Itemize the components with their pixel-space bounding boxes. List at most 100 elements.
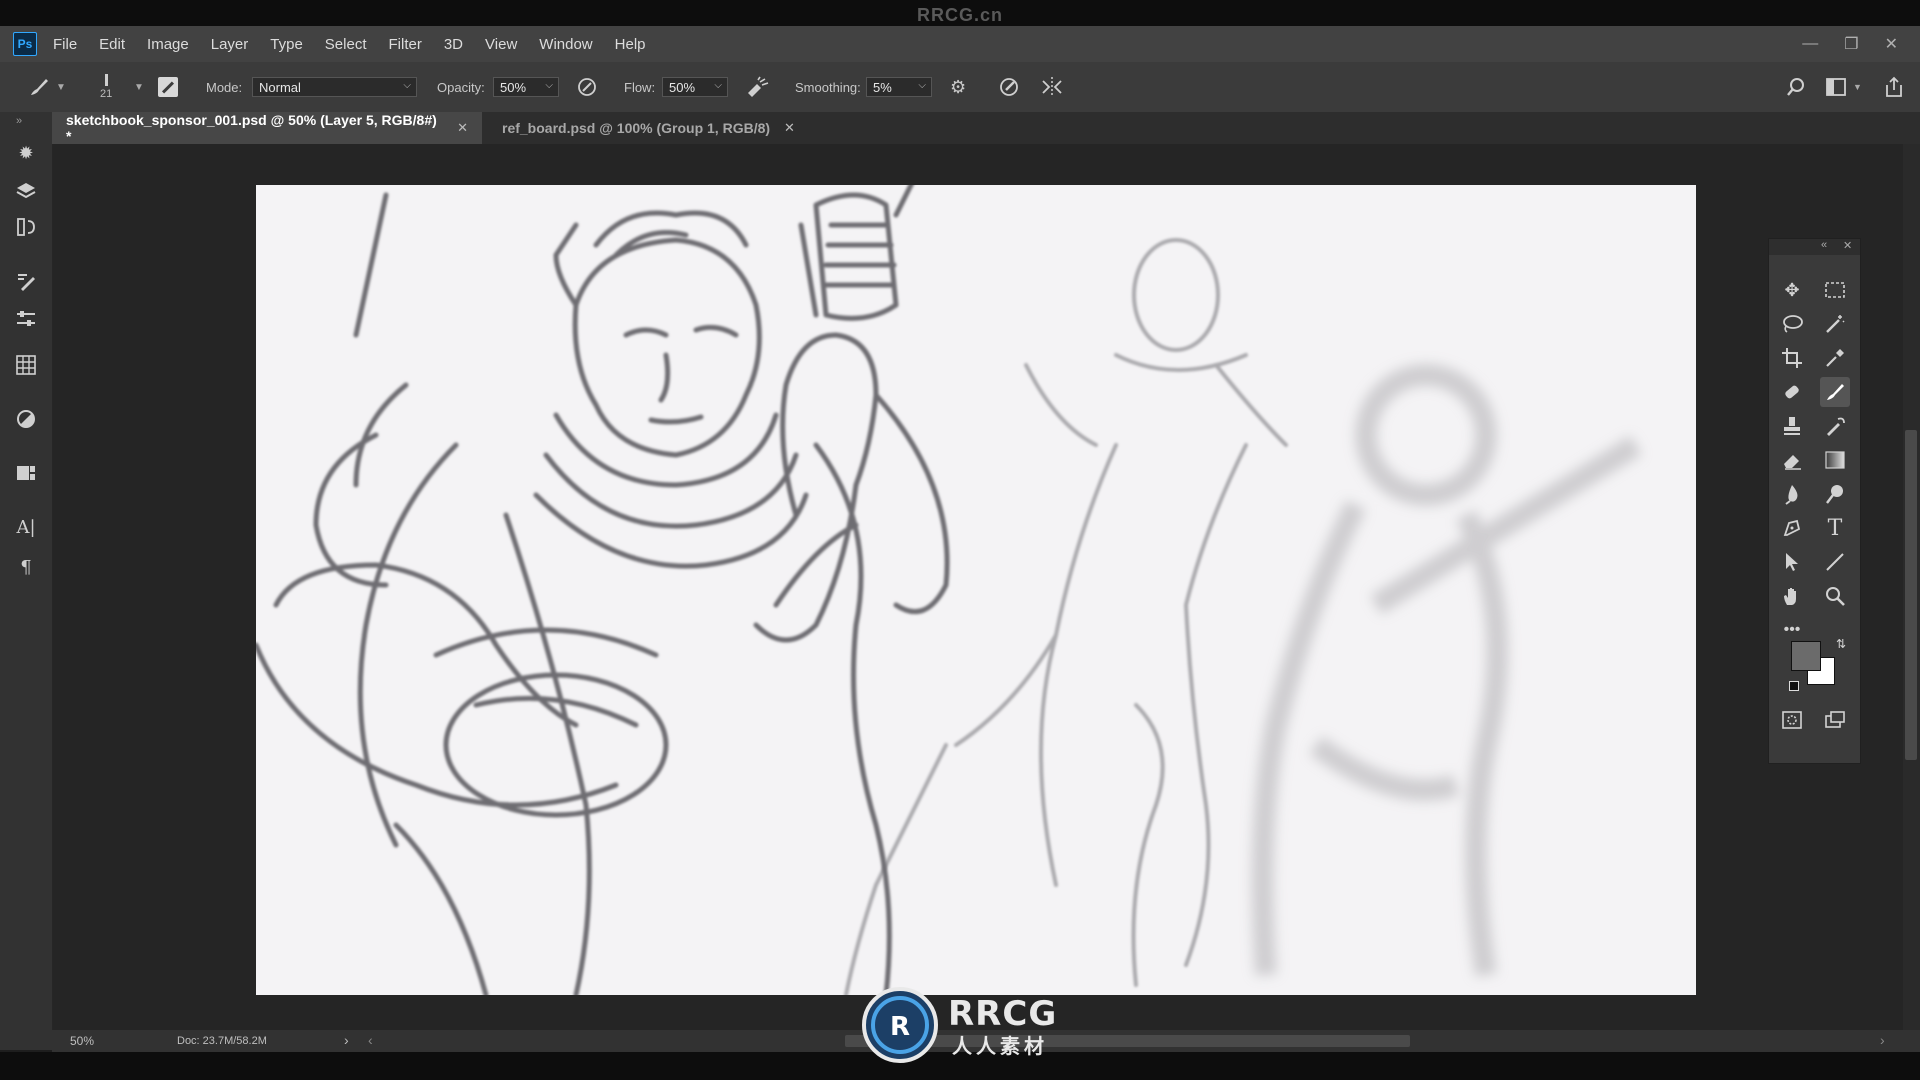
mode-value: Normal bbox=[259, 79, 301, 95]
close-icon[interactable]: ✕ bbox=[1843, 239, 1852, 252]
gradient-tool-icon[interactable] bbox=[1820, 445, 1850, 475]
navigator-icon[interactable]: ✹ bbox=[13, 140, 39, 166]
default-colors-icon[interactable] bbox=[1789, 681, 1799, 691]
flow-input[interactable]: 50% ⌵ bbox=[662, 77, 728, 97]
pressure-size-icon[interactable] bbox=[998, 62, 1020, 112]
menu-window[interactable]: Window bbox=[539, 36, 592, 53]
collapse-icon[interactable]: « bbox=[1821, 239, 1827, 251]
close-window-icon[interactable]: ✕ bbox=[1885, 34, 1898, 54]
history-icon[interactable] bbox=[13, 214, 39, 240]
watermark-logo-text: RRCG bbox=[948, 994, 1058, 1034]
chevron-down-icon: ▼ bbox=[56, 81, 66, 93]
pen-tool-icon[interactable] bbox=[1777, 513, 1807, 543]
tools-panel-header[interactable]: « ✕ bbox=[1769, 239, 1860, 255]
menu-layer[interactable]: Layer bbox=[211, 36, 249, 53]
sketch-artwork bbox=[256, 185, 1642, 995]
flow-label: Flow: bbox=[624, 79, 656, 95]
zoom-level[interactable]: 50% bbox=[70, 1034, 94, 1048]
brush-tip-icon bbox=[104, 74, 108, 86]
zoom-tool-icon[interactable] bbox=[1820, 581, 1850, 611]
menu-view[interactable]: View bbox=[485, 36, 517, 53]
libraries-icon[interactable] bbox=[13, 460, 39, 486]
status-menu-arrow-icon[interactable]: › bbox=[344, 1032, 349, 1048]
dodge-tool-icon[interactable] bbox=[1820, 479, 1850, 509]
share-icon[interactable] bbox=[1884, 62, 1904, 112]
brush-size-picker[interactable]: 21 bbox=[100, 62, 112, 112]
tab-label: sketchbook_sponsor_001.psd @ 50% (Layer … bbox=[66, 112, 437, 144]
chevron-down-icon[interactable]: ▼ bbox=[134, 82, 144, 93]
airbrush-icon[interactable] bbox=[745, 62, 771, 112]
adjustments-icon[interactable] bbox=[13, 306, 39, 332]
hand-tool-icon[interactable] bbox=[1777, 581, 1807, 611]
search-icon[interactable] bbox=[1785, 62, 1807, 112]
vertical-scroll-thumb[interactable] bbox=[1905, 430, 1917, 760]
scroll-right-icon[interactable]: › bbox=[1880, 1032, 1885, 1048]
brush-settings-icon[interactable] bbox=[13, 268, 39, 294]
menu-image[interactable]: Image bbox=[147, 36, 189, 53]
menu-help[interactable]: Help bbox=[615, 36, 646, 53]
layers-icon[interactable] bbox=[13, 178, 39, 204]
eraser-tool-icon[interactable] bbox=[1777, 445, 1807, 475]
move-tool-icon[interactable]: ✥ bbox=[1777, 275, 1807, 305]
quick-mask-icon[interactable] bbox=[1777, 705, 1807, 735]
blur-tool-icon[interactable] bbox=[1777, 479, 1807, 509]
swatches-icon[interactable] bbox=[13, 352, 39, 378]
mode-select[interactable]: Normal ⌵ bbox=[252, 77, 417, 97]
swap-colors-icon[interactable]: ⇅ bbox=[1836, 637, 1846, 651]
tab-ref-board[interactable]: ref_board.psd @ 100% (Group 1, RGB/8) ✕ bbox=[488, 112, 858, 144]
svg-text:R: R bbox=[890, 1012, 910, 1042]
tab-sketchbook[interactable]: sketchbook_sponsor_001.psd @ 50% (Layer … bbox=[52, 112, 482, 144]
menu-bar: Ps File Edit Image Layer Type Select Fil… bbox=[0, 26, 1920, 62]
path-selection-tool-icon[interactable] bbox=[1777, 547, 1807, 577]
scroll-left-icon[interactable]: ‹ bbox=[368, 1032, 373, 1048]
document-canvas[interactable] bbox=[256, 185, 1696, 995]
marquee-tool-icon[interactable] bbox=[1820, 275, 1850, 305]
crop-tool-icon[interactable] bbox=[1777, 343, 1807, 373]
restore-icon[interactable]: ❐ bbox=[1844, 34, 1858, 54]
tools-panel: « ✕ ✥ T ••• ⇅ bbox=[1768, 238, 1861, 764]
eyedropper-tool-icon[interactable] bbox=[1820, 343, 1850, 373]
brush-settings-toggle[interactable] bbox=[158, 62, 178, 112]
pressure-opacity-icon[interactable] bbox=[576, 62, 598, 112]
brush-tool-preset[interactable]: ▼ bbox=[28, 62, 66, 112]
type-tool-icon[interactable]: T bbox=[1820, 513, 1850, 543]
app-logo: Ps bbox=[13, 32, 37, 56]
gear-icon[interactable]: ⚙ bbox=[950, 62, 966, 112]
magic-wand-tool-icon[interactable] bbox=[1820, 309, 1850, 339]
rrcg-emblem-icon: R bbox=[862, 987, 938, 1063]
screen-mode-icon[interactable] bbox=[1820, 705, 1850, 735]
expand-panels-icon[interactable]: » bbox=[6, 108, 32, 134]
menu-3d[interactable]: 3D bbox=[444, 36, 463, 53]
stamp-tool-icon[interactable] bbox=[1777, 411, 1807, 441]
color-wheel-icon[interactable] bbox=[13, 406, 39, 432]
smoothing-input[interactable]: 5% ⌵ bbox=[866, 77, 932, 97]
document-size: Doc: 23.7M/58.2M bbox=[177, 1035, 267, 1047]
close-icon[interactable]: ✕ bbox=[457, 120, 468, 136]
opacity-input[interactable]: 50% ⌵ bbox=[493, 77, 559, 97]
history-brush-tool-icon[interactable] bbox=[1820, 411, 1850, 441]
smoothing-label: Smoothing: bbox=[795, 79, 861, 95]
lasso-tool-icon[interactable] bbox=[1777, 309, 1807, 339]
line-tool-icon[interactable] bbox=[1820, 547, 1850, 577]
workspace-icon[interactable]: ▼ bbox=[1825, 62, 1862, 112]
character-icon[interactable]: A| bbox=[13, 514, 39, 540]
healing-brush-tool-icon[interactable] bbox=[1777, 377, 1807, 407]
chevron-down-icon: ⌵ bbox=[545, 80, 553, 91]
menu-edit[interactable]: Edit bbox=[99, 36, 125, 53]
mode-label: Mode: bbox=[206, 79, 243, 95]
flow-value: 50% bbox=[669, 79, 696, 95]
watermark-logo-subtext: 人人素材 bbox=[952, 1036, 1048, 1058]
menu-select[interactable]: Select bbox=[325, 36, 367, 53]
brush-tool-icon[interactable] bbox=[1820, 377, 1850, 407]
foreground-color-swatch[interactable] bbox=[1791, 641, 1821, 671]
menu-filter[interactable]: Filter bbox=[389, 36, 422, 53]
menu-type[interactable]: Type bbox=[270, 36, 303, 53]
minimize-icon[interactable]: — bbox=[1802, 35, 1818, 53]
close-icon[interactable]: ✕ bbox=[784, 120, 795, 136]
brush-size: 21 bbox=[100, 88, 113, 100]
symmetry-icon[interactable] bbox=[1040, 62, 1064, 112]
chevron-down-icon: ▼ bbox=[1853, 82, 1862, 92]
brush-panel-icon bbox=[158, 77, 178, 97]
paragraph-icon[interactable]: ¶ bbox=[13, 554, 39, 580]
menu-file[interactable]: File bbox=[53, 36, 77, 53]
